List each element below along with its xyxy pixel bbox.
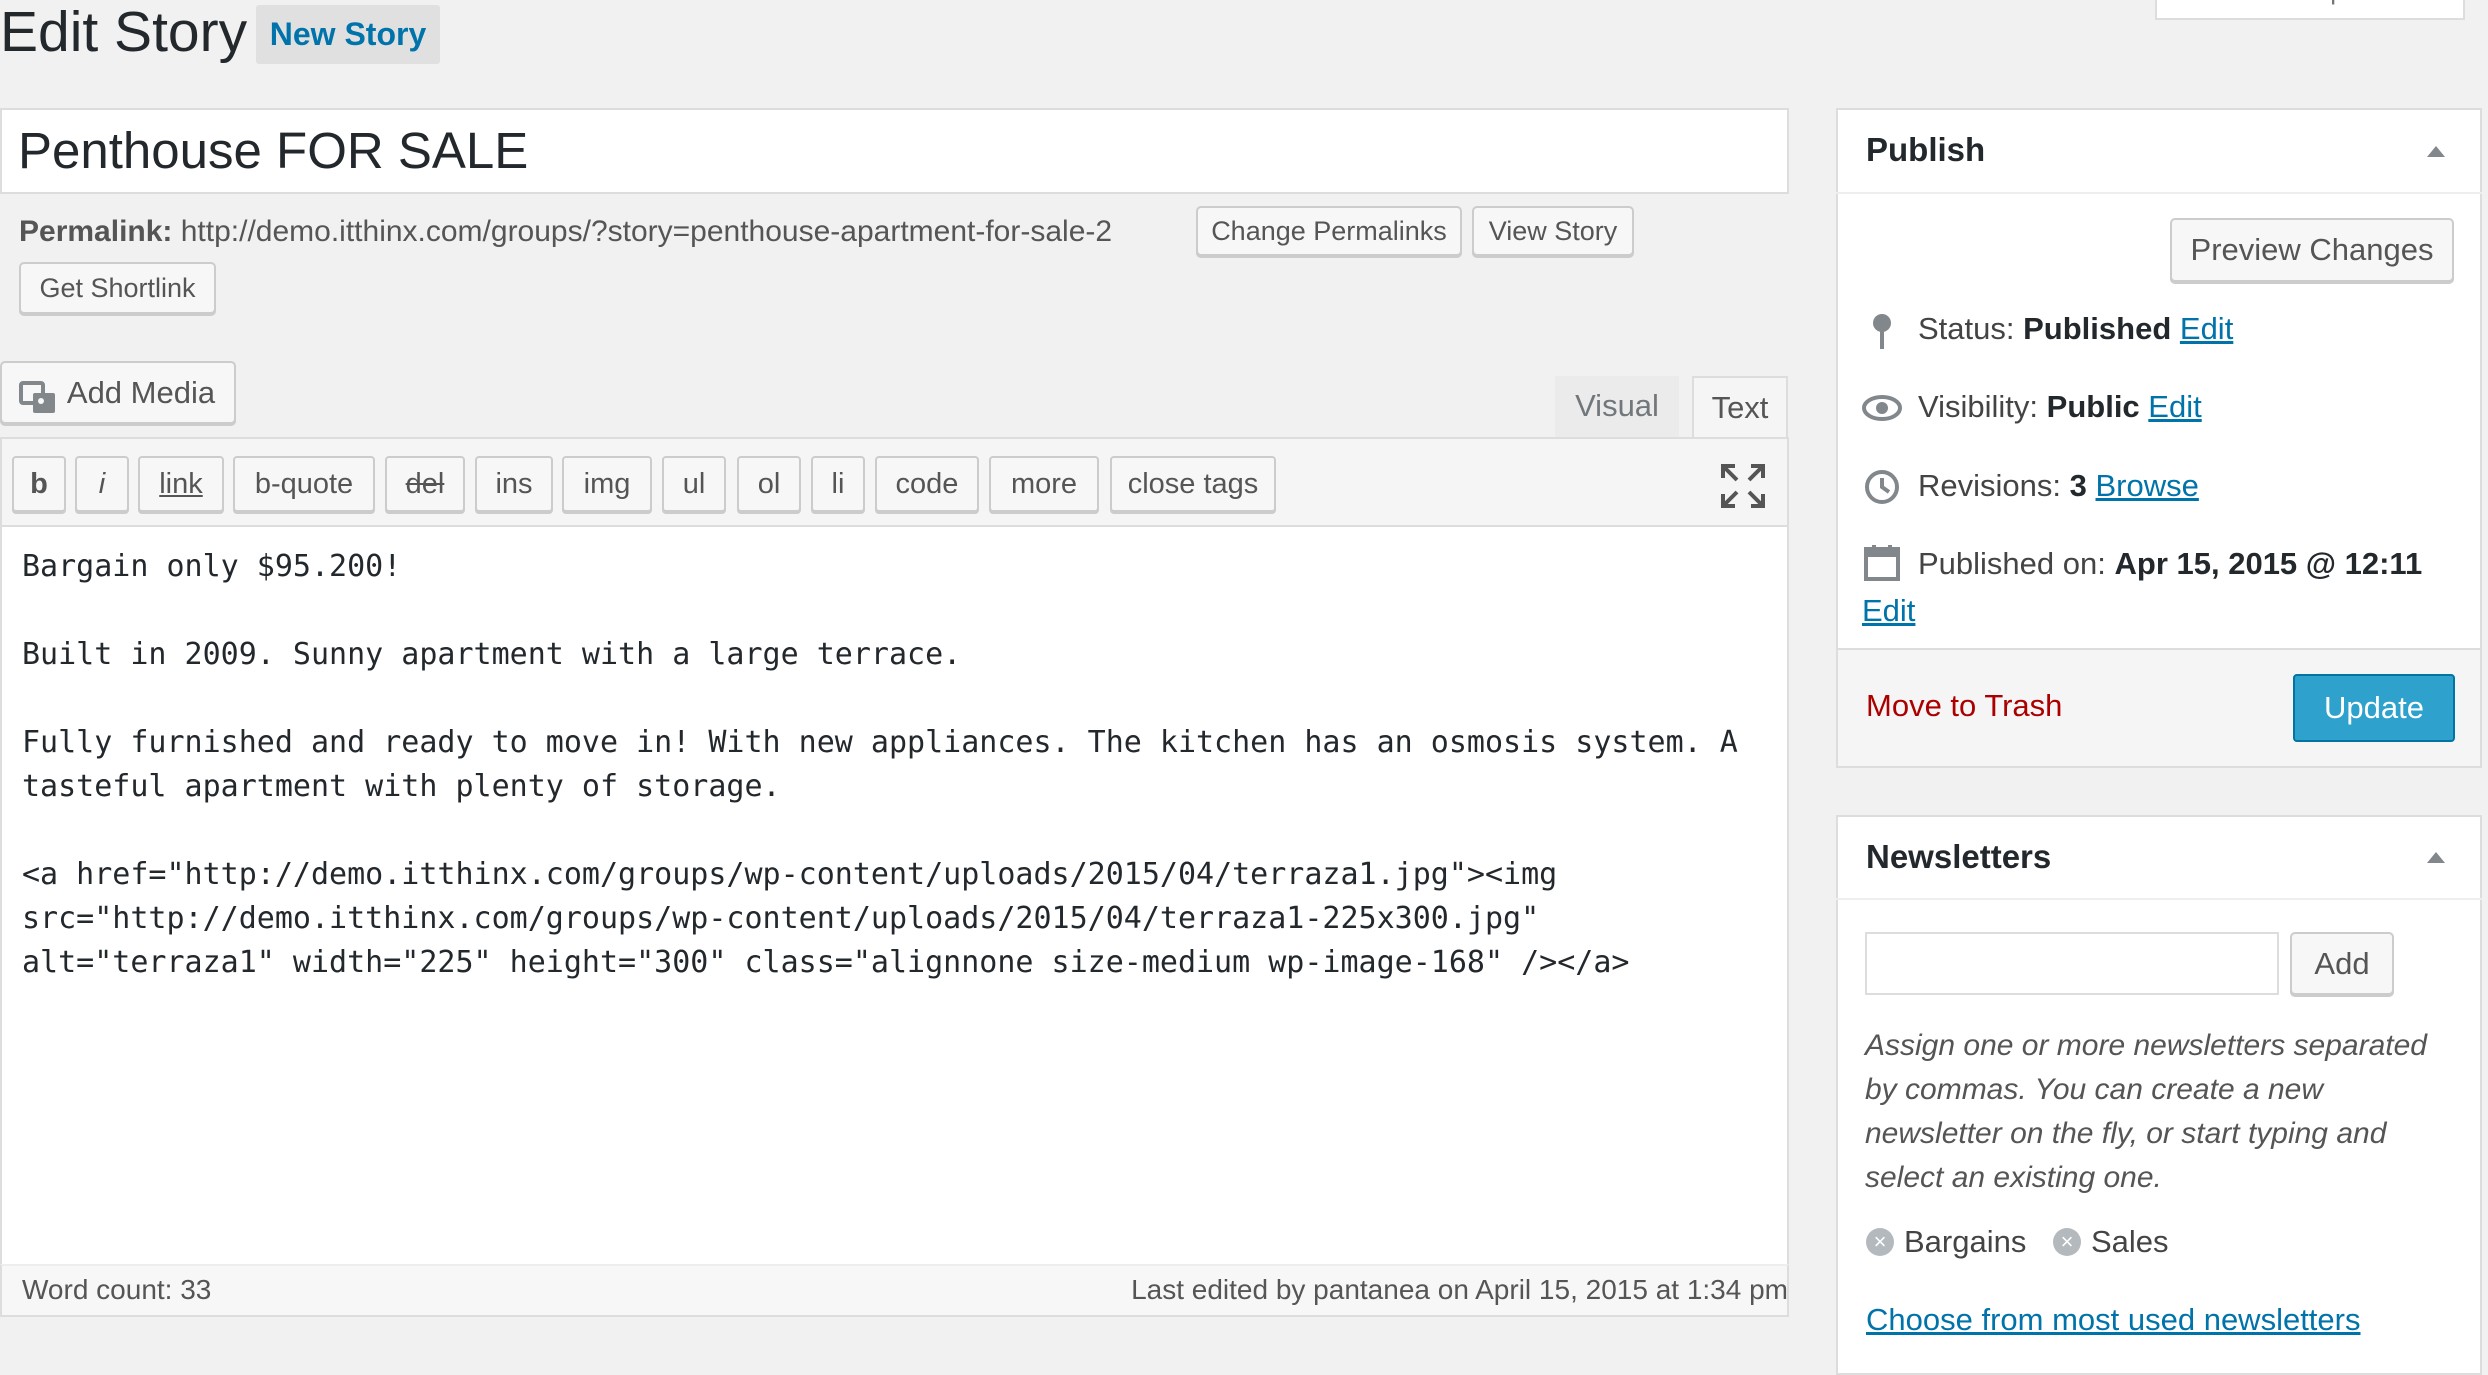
- published-on-label: Published on:: [1918, 546, 2106, 581]
- visibility-value: Public: [2046, 389, 2140, 424]
- qt-code-button[interactable]: code: [875, 456, 979, 512]
- tag-label: Bargains: [1904, 1224, 2027, 1259]
- history-icon: [1863, 468, 1901, 506]
- newsletter-tag: × Sales: [2053, 1220, 2169, 1264]
- status-row: Status: Published Edit: [1918, 307, 2233, 351]
- qt-ins-button[interactable]: ins: [475, 456, 553, 512]
- newsletter-input[interactable]: [1865, 932, 2279, 995]
- view-story-button[interactable]: View Story: [1472, 206, 1634, 256]
- visibility-label: Visibility:: [1918, 389, 2039, 424]
- published-on-edit-link[interactable]: Edit: [1862, 593, 1915, 628]
- tab-text[interactable]: Text: [1692, 376, 1788, 438]
- newsletters-toggle-icon[interactable]: [2427, 852, 2445, 863]
- change-permalinks-button[interactable]: Change Permalinks: [1196, 206, 1462, 256]
- newsletters-divider: [1836, 898, 2482, 900]
- status-value: Published: [2023, 311, 2172, 346]
- visibility-row: Visibility: Public Edit: [1918, 385, 2202, 429]
- content-textarea[interactable]: Bargain only $95.200! Built in 2009. Sun…: [22, 545, 1762, 985]
- qt-ul-button[interactable]: ul: [662, 456, 726, 512]
- qt-close-tags-button[interactable]: close tags: [1110, 456, 1276, 512]
- qt-more-button[interactable]: more: [989, 456, 1099, 512]
- media-icon: [18, 377, 59, 413]
- published-on-row: Published on: Apr 15, 2015 @ 12:11: [1918, 542, 2422, 586]
- get-shortlink-button[interactable]: Get Shortlink: [19, 262, 216, 314]
- page-title: Edit Story: [0, 0, 248, 64]
- permalink: Permalink: http://demo.itthinx.com/group…: [19, 210, 1112, 254]
- permalink-label: Permalink:: [19, 215, 173, 248]
- status-edit-link[interactable]: Edit: [2180, 311, 2233, 346]
- add-media-label: Add Media: [66, 375, 216, 410]
- status-label: Status:: [1918, 311, 2015, 346]
- revisions-value: 3: [2069, 468, 2087, 503]
- revisions-label: Revisions:: [1918, 468, 2061, 503]
- screen-options-button[interactable]: Screen Options: [2155, 0, 2465, 20]
- preview-changes-button[interactable]: Preview Changes: [2170, 218, 2454, 282]
- published-on-value: Apr 15, 2015 @ 12:11: [2114, 546, 2423, 581]
- tag-label: Sales: [2091, 1224, 2169, 1259]
- calendar-icon: [1863, 543, 1901, 581]
- newsletter-hint: Assign one or more newsletters separated…: [1865, 1029, 2427, 1194]
- eye-icon: [1862, 394, 1902, 422]
- post-title-input[interactable]: Penthouse FOR SALE: [0, 108, 1789, 194]
- visibility-edit-link[interactable]: Edit: [2148, 389, 2201, 424]
- revisions-browse-link[interactable]: Browse: [2096, 468, 2199, 503]
- tab-visual[interactable]: Visual: [1555, 376, 1679, 438]
- newsletter-tag: × Bargains: [1866, 1220, 2026, 1264]
- published-on-edit-row: Edit: [1862, 589, 1915, 633]
- new-story-button[interactable]: New Story: [256, 5, 440, 64]
- move-to-trash-link[interactable]: Move to Trash: [1866, 684, 2062, 728]
- most-used-newsletters-link[interactable]: Choose from most used newsletters: [1866, 1302, 2361, 1337]
- qt-li-button[interactable]: li: [811, 456, 865, 512]
- most-used-row: Choose from most used newsletters: [1866, 1298, 2361, 1342]
- pin-icon: [1870, 313, 1894, 349]
- publish-title: Publish: [1866, 131, 1986, 168]
- publish-toggle-icon[interactable]: [2427, 146, 2445, 157]
- newsletters-title: Newsletters: [1866, 838, 2052, 875]
- word-count: Word count: 33: [22, 1274, 212, 1305]
- add-media-button[interactable]: Add Media: [0, 361, 236, 424]
- revisions-row: Revisions: 3 Browse: [1918, 464, 2199, 508]
- permalink-url[interactable]: http://demo.itthinx.com/groups/?story=pe…: [181, 215, 1112, 248]
- last-edited: Last edited by pantanea on April 15, 201…: [1131, 1274, 1788, 1305]
- remove-tag-icon[interactable]: ×: [1866, 1227, 1894, 1256]
- qt-ol-button[interactable]: ol: [737, 456, 801, 512]
- qt-img-button[interactable]: img: [562, 456, 652, 512]
- remove-tag-icon[interactable]: ×: [2053, 1227, 2081, 1256]
- publish-divider: [1836, 192, 2482, 194]
- update-button[interactable]: Update: [2293, 674, 2455, 742]
- qt-del-button[interactable]: del: [385, 456, 465, 512]
- qt-italic-button[interactable]: i: [75, 456, 129, 512]
- fullscreen-icon[interactable]: [1719, 462, 1767, 510]
- qt-link-button[interactable]: link: [138, 456, 224, 512]
- qt-bquote-button[interactable]: b-quote: [233, 456, 375, 512]
- qt-bold-button[interactable]: b: [12, 456, 66, 512]
- add-newsletter-button[interactable]: Add: [2290, 932, 2394, 995]
